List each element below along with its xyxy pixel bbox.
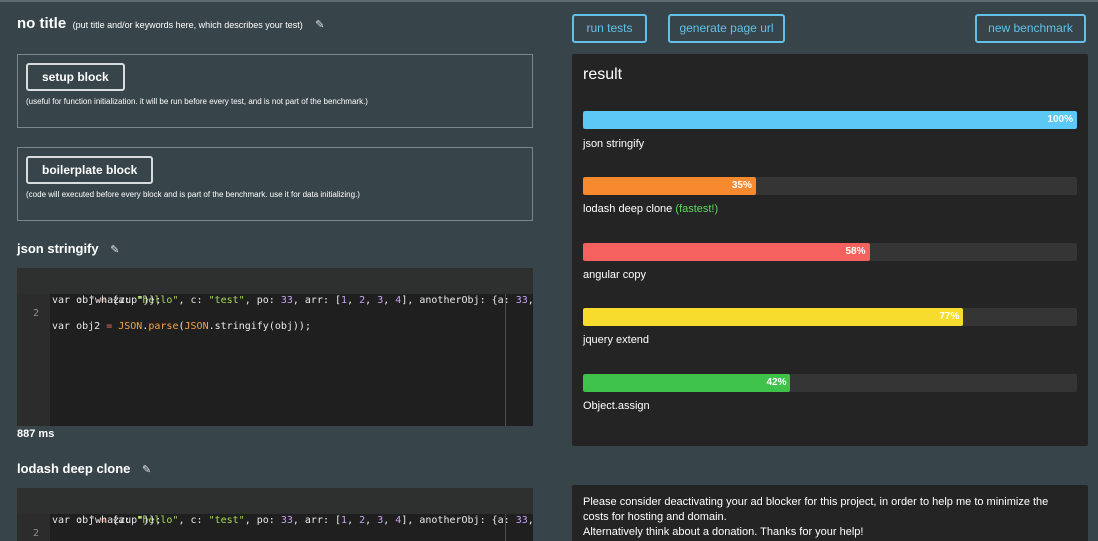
test-title-text: json stringify	[17, 241, 99, 256]
result-label: jquery extend	[583, 334, 650, 346]
test-title-json-stringify[interactable]: json stringify ✎	[17, 241, 119, 256]
code-line-wrap: : "whazzup"}};	[17, 281, 533, 306]
code-line: 2 var obj2 = _.clone(obj, true);	[32, 528, 39, 539]
result-bar-fill: 100%	[583, 111, 1077, 129]
run-tests-button[interactable]: run tests	[572, 14, 647, 43]
result-bar-track: 35%	[583, 177, 1077, 195]
result-bar-fill: 58%	[583, 243, 870, 261]
setup-block-button[interactable]: setup block	[26, 63, 125, 91]
result-bar-percent: 77%	[939, 311, 960, 322]
result-bar-fill: 35%	[583, 177, 756, 195]
result-bar-fill: 77%	[583, 308, 964, 326]
generate-page-url-button[interactable]: generate page url	[668, 14, 785, 43]
code-editor-lodash-deep-clone[interactable]: 1 var obj = {a: "hello", c: "test", po: …	[17, 488, 533, 541]
pencil-icon[interactable]: ✎	[110, 243, 119, 256]
setup-block: setup block (useful for function initial…	[17, 54, 533, 128]
boilerplate-block: boilerplate block (code will executed be…	[17, 147, 533, 221]
code-editor-json-stringify[interactable]: 1 var obj = {a: "hello", c: "test", po: …	[17, 268, 533, 426]
result-label: json stringify	[583, 138, 645, 150]
result-bar-percent: 35%	[731, 180, 752, 191]
notice-line-2: Alternatively think about a donation. Th…	[583, 526, 864, 538]
new-benchmark-button[interactable]: new benchmark	[975, 14, 1086, 43]
code-line: 1 var obj = {a: "hello", c: "test", po: …	[17, 268, 533, 306]
page-title-hint: (put title and/or keywords here, which d…	[72, 20, 303, 30]
result-bar-percent: 58%	[845, 246, 866, 257]
result-label: lodash deep clone (fastest!)	[583, 203, 719, 215]
result-title: result	[583, 66, 623, 83]
test-time: 887 ms	[17, 428, 55, 440]
page-title-text: no title	[17, 15, 67, 32]
test-title-text: lodash deep clone	[17, 461, 131, 476]
result-bar-track: 77%	[583, 308, 1077, 326]
pencil-icon[interactable]: ✎	[315, 18, 324, 31]
result-label: angular copy	[583, 269, 646, 281]
boilerplate-block-description: (code will executed before every block a…	[26, 190, 360, 199]
code-line: 1 var obj = {a: "hello", c: "test", po: …	[17, 488, 533, 526]
code-line-wrap: : "whazzup"}};	[17, 501, 533, 526]
boilerplate-block-button[interactable]: boilerplate block	[26, 156, 154, 184]
fastest-badge: (fastest!)	[675, 203, 719, 215]
page-title[interactable]: no title (put title and/or keywords here…	[17, 15, 324, 33]
result-bar-track: 58%	[583, 243, 1077, 261]
result-panel: result 100% json stringify 35% lodash de…	[572, 54, 1088, 446]
test-title-lodash-deep-clone[interactable]: lodash deep clone ✎	[17, 461, 151, 476]
ad-blocker-notice: Please consider deactivating your ad blo…	[572, 485, 1088, 541]
result-label: Object.assign	[583, 400, 650, 412]
result-bar-fill: 42%	[583, 374, 791, 392]
notice-line-1: Please consider deactivating your ad blo…	[583, 496, 1049, 523]
result-bar-track: 42%	[583, 374, 1077, 392]
result-bar-track: 100%	[583, 111, 1077, 129]
result-bar-percent: 42%	[766, 377, 787, 388]
result-bar-percent: 100%	[1047, 114, 1073, 125]
setup-block-description: (useful for function initialization. it …	[26, 97, 368, 106]
pencil-icon[interactable]: ✎	[142, 463, 151, 476]
code-line: 2 var obj2 = JSON.parse(JSON.stringify(o…	[32, 308, 311, 332]
top-divider	[0, 0, 1098, 2]
